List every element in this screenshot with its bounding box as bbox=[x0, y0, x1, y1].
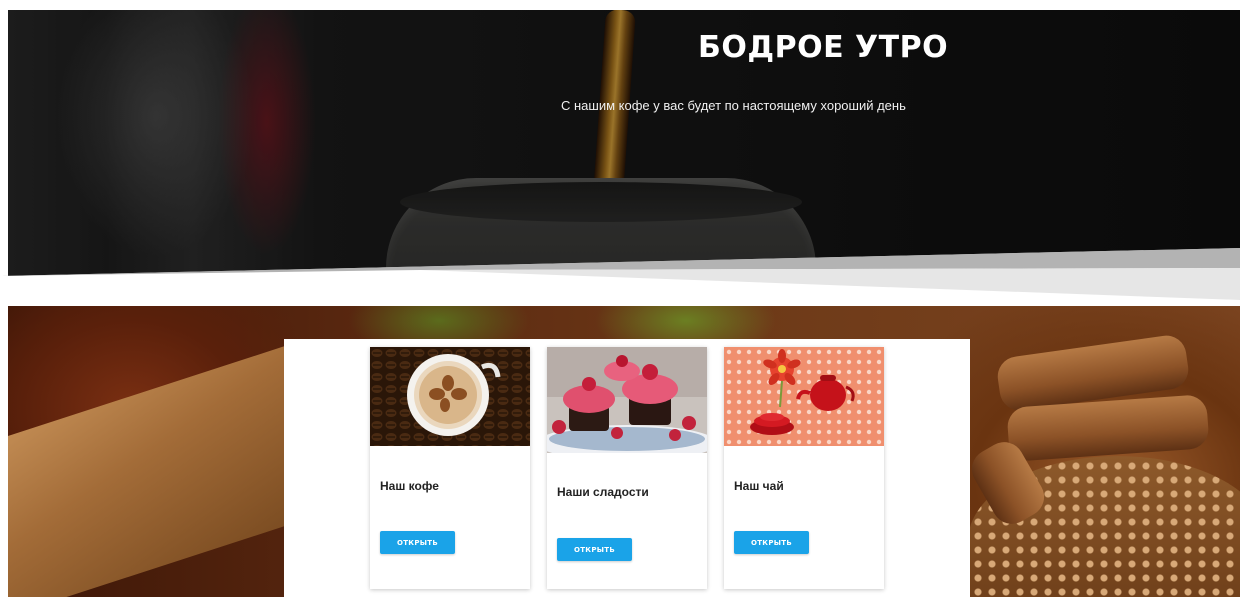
cupcakes-image bbox=[547, 347, 707, 453]
hero-title: БОДРОЕ УТРО bbox=[698, 30, 949, 65]
section-divider bbox=[0, 248, 1240, 306]
products-panel: Наш кофе ОТКРЫТЬ Наши сладости ОТКРЫТЬ Н… bbox=[284, 339, 970, 597]
wooden-box-photo bbox=[8, 345, 288, 597]
coffee-cup-image bbox=[370, 347, 530, 446]
hero-overlay bbox=[8, 10, 1240, 276]
hero-subtitle: С нашим кофе у вас будет по настоящему х… bbox=[561, 98, 906, 113]
card-title: Наши сладости bbox=[557, 485, 649, 499]
tea-set-image bbox=[724, 347, 884, 446]
card-title: Наш кофе bbox=[380, 479, 439, 493]
hero-banner: БОДРОЕ УТРО С нашим кофе у вас будет по … bbox=[8, 10, 1240, 276]
card-title: Наш чай bbox=[734, 479, 784, 493]
open-tea-button[interactable]: ОТКРЫТЬ bbox=[734, 531, 809, 554]
open-coffee-button[interactable]: ОТКРЫТЬ bbox=[380, 531, 455, 554]
page: БОДРОЕ УТРО С нашим кофе у вас будет по … bbox=[0, 0, 1240, 597]
product-card-coffee: Наш кофе ОТКРЫТЬ bbox=[370, 347, 530, 589]
product-card-tea: Наш чай ОТКРЫТЬ bbox=[724, 347, 884, 589]
product-card-sweets: Наши сладости ОТКРЫТЬ bbox=[547, 347, 707, 589]
open-sweets-button[interactable]: ОТКРЫТЬ bbox=[557, 538, 632, 561]
